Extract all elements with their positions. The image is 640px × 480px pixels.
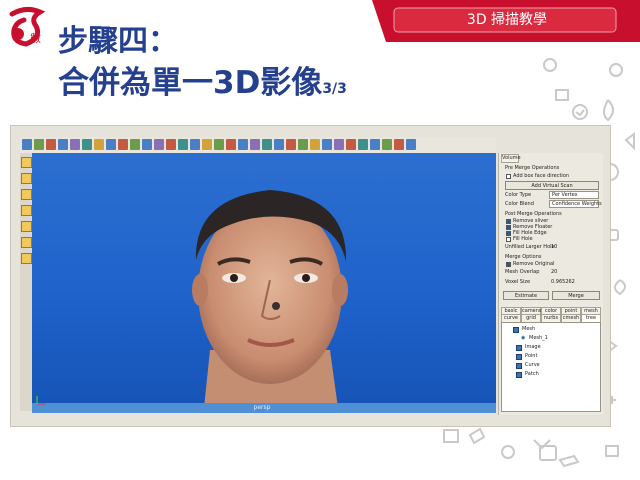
color-blend-label: Color Blend xyxy=(505,201,534,207)
tool-icon[interactable] xyxy=(21,189,32,200)
tool-icon[interactable] xyxy=(226,139,236,150)
volume-merge-panel: Volume Pre Merge Operations Add box face… xyxy=(498,153,603,415)
tool-icon[interactable] xyxy=(58,139,68,150)
unfilled-larger-hole-value[interactable]: 10 xyxy=(551,244,557,251)
mesh-overlap-label: Mesh Overlap xyxy=(505,269,540,275)
add-virtual-scan-button[interactable]: Add Virtual Scan xyxy=(505,181,599,190)
tool-icon[interactable] xyxy=(250,139,260,150)
mesh-node-icon xyxy=(513,327,519,333)
eye-icon[interactable]: ◉ xyxy=(521,335,525,342)
tool-icon[interactable] xyxy=(142,139,152,150)
tool-icon[interactable] xyxy=(358,139,368,150)
tool-icon[interactable] xyxy=(202,139,212,150)
add-box-face-label: Add box face direction xyxy=(513,173,570,179)
scanned-face-model xyxy=(192,190,348,408)
tool-icon[interactable] xyxy=(370,139,380,150)
remove-sliver-checkbox[interactable] xyxy=(506,219,511,224)
tool-icon[interactable] xyxy=(298,139,308,150)
color-blend-select[interactable]: Confidence Weights xyxy=(549,200,602,208)
tool-icon[interactable] xyxy=(21,173,32,184)
color-type-label: Color Type xyxy=(505,192,532,198)
page-subtitle: 合併為單一3D影像3/3 xyxy=(58,64,347,108)
voxel-size-value[interactable]: 0.965262 xyxy=(551,279,575,286)
add-box-face-checkbox[interactable] xyxy=(506,174,511,179)
logo-text: 數 xyxy=(30,32,41,45)
voxel-size-label: Voxel Size xyxy=(505,279,531,285)
tool-icon[interactable] xyxy=(214,139,224,150)
post-merge-heading: Post Merge Operations xyxy=(505,211,562,217)
estimate-button[interactable]: Estimate xyxy=(503,291,549,300)
tree-item-patch[interactable]: Patch xyxy=(525,371,539,378)
tool-icon[interactable] xyxy=(334,139,344,150)
tool-icon[interactable] xyxy=(262,139,272,150)
tree-item-point[interactable]: Point xyxy=(525,353,537,360)
tool-icon[interactable] xyxy=(274,139,284,150)
tool-icon[interactable] xyxy=(82,139,92,150)
tool-icon[interactable] xyxy=(166,139,176,150)
tool-icon[interactable] xyxy=(190,139,200,150)
tree-item-curve[interactable]: Curve xyxy=(525,362,540,369)
point-node-icon xyxy=(516,354,522,360)
mesh-overlap-value[interactable]: 20 xyxy=(551,269,557,276)
tool-icon[interactable] xyxy=(130,139,140,150)
tool-icon[interactable] xyxy=(322,139,332,150)
tool-icon[interactable] xyxy=(22,139,32,150)
color-type-select[interactable]: Per Vertex xyxy=(549,191,599,199)
remove-original-label: Remove Original xyxy=(513,261,555,267)
tree-item-mesh-1[interactable]: Mesh_1 xyxy=(529,335,548,342)
tab-volume[interactable]: Volume xyxy=(501,154,521,163)
tool-icon[interactable] xyxy=(21,253,32,264)
tool-icon[interactable] xyxy=(21,237,32,248)
tool-icon[interactable] xyxy=(46,139,56,150)
curve-node-icon xyxy=(516,363,522,369)
tool-icon[interactable] xyxy=(238,139,248,150)
image-node-icon xyxy=(516,345,522,351)
fill-hole-edge-checkbox[interactable] xyxy=(506,231,511,236)
tool-icon[interactable] xyxy=(406,139,416,150)
tool-icon[interactable] xyxy=(21,157,32,168)
tool-icon[interactable] xyxy=(94,139,104,150)
tool-icon[interactable] xyxy=(70,139,80,150)
page-title: 步驟四： xyxy=(58,24,178,59)
main-toolbar xyxy=(20,137,496,154)
viewport-label: persp xyxy=(253,404,271,411)
tool-icon[interactable] xyxy=(286,139,296,150)
patch-node-icon xyxy=(516,372,522,378)
remove-original-checkbox[interactable] xyxy=(506,262,511,267)
pre-merge-heading: Pre Merge Operations xyxy=(505,165,560,171)
tool-icon[interactable] xyxy=(118,139,128,150)
axis-icon xyxy=(36,396,45,405)
tool-icon[interactable] xyxy=(346,139,356,150)
tool-icon[interactable] xyxy=(382,139,392,150)
tool-icon[interactable] xyxy=(394,139,404,150)
tool-icon[interactable] xyxy=(21,221,32,232)
tool-icon[interactable] xyxy=(178,139,188,150)
merge-options-heading: Merge Options xyxy=(505,254,542,260)
remove-floater-checkbox[interactable] xyxy=(506,225,511,230)
unfilled-larger-hole-label: Unfilled Larger Hole xyxy=(505,244,555,250)
fill-hole-label: Fill Hole xyxy=(513,236,533,242)
subtitle-page-counter: 3/3 xyxy=(322,81,347,97)
merge-button[interactable]: Merge xyxy=(552,291,600,300)
tool-icon[interactable] xyxy=(154,139,164,150)
tree-item-mesh[interactable]: Mesh xyxy=(522,326,535,333)
tool-icon[interactable] xyxy=(34,139,44,150)
header-banner-text: 3D 掃描教學 xyxy=(466,12,548,28)
subtitle-main: 合併為單一3D影像 xyxy=(58,65,323,101)
logo: 數 xyxy=(9,6,46,47)
tool-icon[interactable] xyxy=(21,205,32,216)
tool-icon[interactable] xyxy=(106,139,116,150)
tool-icon[interactable] xyxy=(310,139,320,150)
tree-item-image[interactable]: Image xyxy=(525,344,541,351)
fill-hole-checkbox[interactable] xyxy=(506,237,511,242)
